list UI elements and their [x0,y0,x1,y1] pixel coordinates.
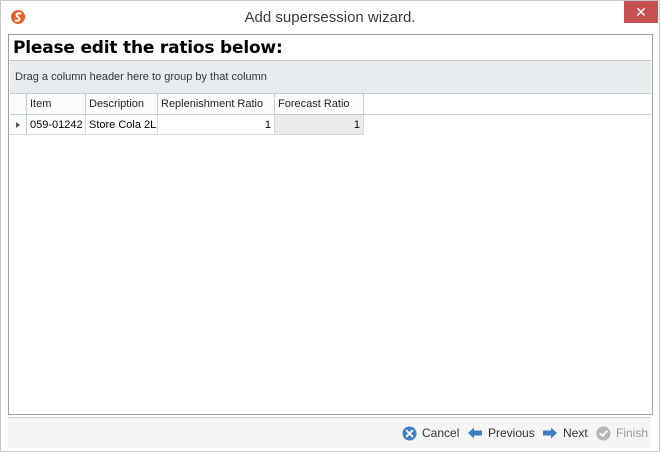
title-bar: Add supersession wizard. ✕ [1,1,659,34]
cell-replenishment-ratio[interactable]: 1 [158,115,275,135]
column-header-replenishment-ratio[interactable]: Replenishment Ratio [158,94,275,114]
arrow-left-icon [468,427,482,439]
page-heading: Please edit the ratios below: [13,38,283,58]
finish-label: Finish [616,426,649,440]
group-panel-hint: Drag a column header here to group by th… [15,71,267,83]
close-button[interactable]: ✕ [624,1,658,23]
arrow-right-icon [543,427,557,439]
row-indicator[interactable] [10,115,27,135]
next-button[interactable]: Next [542,424,588,442]
row-pointer-icon [16,122,20,128]
column-header-row: Item Description Replenishment Ratio For… [10,94,651,115]
wizard-window: Add supersession wizard. ✕ Please edit t… [0,0,660,452]
cancel-circle-icon [402,425,417,441]
table-row[interactable]: 059-01242 Store Cola 2L 1 1 [10,115,651,135]
column-header-item[interactable]: Item [27,94,86,114]
finish-button[interactable]: Finish [596,424,648,442]
column-header-description[interactable]: Description [86,94,158,114]
window-title: Add supersession wizard. [244,9,416,26]
cell-forecast-ratio[interactable]: 1 [275,115,364,135]
previous-label: Previous [488,426,535,440]
check-circle-icon [596,425,611,441]
cell-description[interactable]: Store Cola 2L [86,115,158,135]
previous-button[interactable]: Previous [467,424,535,442]
wizard-button-bar: Cancel Previous Next Finish [8,417,651,448]
content-frame: Please edit the ratios below: Drag a col… [8,34,653,415]
cancel-button[interactable]: Cancel [402,424,459,442]
cell-item[interactable]: 059-01242 [27,115,86,135]
row-indicator-header [10,94,27,114]
close-icon: ✕ [635,3,647,20]
next-label: Next [563,426,588,440]
ratio-grid: Drag a column header here to group by th… [10,60,651,414]
cancel-label: Cancel [422,426,460,440]
column-header-forecast-ratio[interactable]: Forecast Ratio [275,94,364,114]
group-by-panel[interactable]: Drag a column header here to group by th… [10,61,651,94]
